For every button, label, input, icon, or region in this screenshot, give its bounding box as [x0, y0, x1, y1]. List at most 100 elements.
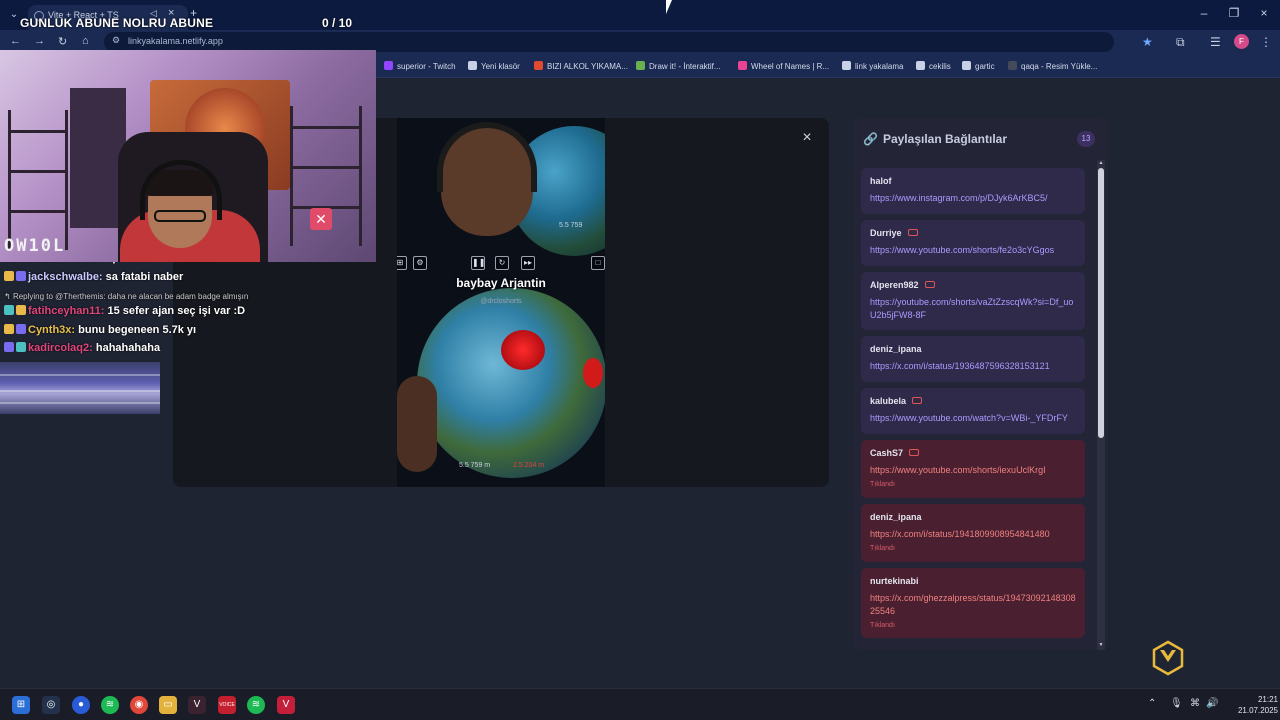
- bookmark-item[interactable]: cekilis: [916, 61, 951, 71]
- video-stat-right: 2.5 204 m: [513, 462, 545, 469]
- bookmark-item[interactable]: gartic: [962, 61, 995, 71]
- clock-date: 21.07.2025: [1237, 706, 1278, 715]
- address-bar[interactable]: ⚙ linkyakalama.netlify.app: [104, 32, 1114, 52]
- link-card-url[interactable]: https://x.com/i/status/19364875963281531…: [870, 360, 1076, 373]
- webcam-overlay: ✕ OW10L: [0, 50, 376, 262]
- scroll-down-icon[interactable]: ▼: [1097, 642, 1105, 648]
- link-card-url[interactable]: https://www.youtube.com/shorts/iexuUclKr…: [870, 464, 1076, 477]
- fullscreen-icon[interactable]: □: [591, 256, 605, 270]
- youtube-icon: [907, 229, 918, 236]
- link-card-username: deniz_ipana: [870, 512, 922, 522]
- back-icon[interactable]: ←: [10, 35, 21, 47]
- chat-text: bunu begeneen 5.7k yı: [78, 323, 197, 336]
- link-card-url[interactable]: https://youtube.com/shorts/vaZtZzscqWk?s…: [870, 296, 1076, 322]
- chat-badge-icon: [16, 342, 26, 352]
- file-explorer-icon[interactable]: ▭: [159, 696, 177, 714]
- profile-avatar[interactable]: F: [1234, 34, 1249, 49]
- panel-title: 🔗 Paylaşılan Bağlantılar: [863, 132, 1008, 146]
- bookmark-star-icon[interactable]: ★: [1142, 35, 1153, 49]
- taskbar-clock[interactable]: 21:21 21.07.2025: [1222, 694, 1278, 716]
- link-card[interactable]: deniz_ipana https://x.com/i/status/194180…: [861, 504, 1085, 562]
- scroll-thumb[interactable]: [1098, 168, 1104, 438]
- loop-icon[interactable]: ↻: [495, 256, 509, 270]
- bookmark-item[interactable]: superior - Twitch: [384, 61, 456, 71]
- chat-message: Cynth3x: bunu begeneen 5.7k yı: [0, 323, 360, 343]
- spotify-icon[interactable]: ≋: [101, 696, 119, 714]
- link-card[interactable]: Alperen982 https://youtube.com/shorts/vaZ…: [861, 272, 1085, 330]
- voicemod-icon[interactable]: VOICE: [218, 696, 236, 714]
- pause-icon[interactable]: ❚❚: [471, 256, 485, 270]
- link-card-status: Tıklandı: [870, 481, 895, 488]
- close-icon[interactable]: ×: [799, 130, 815, 146]
- valorant-icon[interactable]: V: [277, 696, 295, 714]
- forward-icon[interactable]: →: [34, 35, 45, 47]
- tab-search-list-icon[interactable]: ☰: [1210, 35, 1221, 49]
- bookmark-item[interactable]: Wheel of Names | R...: [738, 61, 829, 71]
- globe-icon: [842, 61, 851, 70]
- chrome-icon[interactable]: ◉: [130, 696, 148, 714]
- chat-message: fatihceyhan11: 15 sefer ajan seç işi var…: [0, 305, 360, 324]
- link-card[interactable]: CashS7 https://www.youtube.com/shorts/iex…: [861, 440, 1085, 498]
- youtube-icon: [912, 397, 923, 404]
- bookmark-favicon-icon: [384, 61, 393, 70]
- spotify-icon[interactable]: ≋: [247, 696, 265, 714]
- chat-badge-icon: [16, 323, 26, 334]
- settings-icon[interactable]: ⚙: [413, 256, 427, 270]
- bookmark-folder[interactable]: Yeni klasör: [468, 61, 520, 71]
- browser-icon[interactable]: ●: [72, 696, 90, 714]
- chat-badge-icon: [16, 305, 26, 315]
- link-card-url[interactable]: https://www.youtube.com/shorts/fe2o3cYGg…: [870, 244, 1076, 257]
- bookmark-item[interactable]: Draw it! - İnteraktif...: [636, 61, 721, 71]
- link-card-username: kalubela: [870, 396, 907, 406]
- link-card[interactable]: nurtekinabi https://x.com/ghezzalpress/st…: [861, 568, 1085, 638]
- panel-scrollbar[interactable]: ▲ ▼: [1097, 160, 1105, 650]
- reply-icon: ↰: [4, 292, 13, 301]
- link-card-username: nurtekinabi: [870, 576, 919, 586]
- scroll-up-icon[interactable]: ▲: [1097, 160, 1105, 166]
- steam-icon[interactable]: ◎: [42, 696, 60, 714]
- link-card-username: deniz_ipana: [870, 344, 922, 354]
- valorant-icon[interactable]: V: [188, 696, 206, 714]
- link-card[interactable]: halof https://www.instagram.com/p/DJyk6Ar…: [861, 168, 1085, 214]
- bookmark-item[interactable]: link yakalama: [842, 61, 903, 71]
- volume-icon[interactable]: 🔊: [1206, 698, 1218, 709]
- video-player[interactable]: 5.5 759 ⊞ ⚙ ❚❚ ↻ ▸▸ □ baybay Arjantin @d…: [397, 118, 605, 487]
- menu-icon[interactable]: ⋮: [1260, 35, 1272, 49]
- bookmark-item[interactable]: BIZI ALKOL YIKAMA...: [534, 61, 628, 71]
- link-card-url[interactable]: https://x.com/ghezzalpress/status/194730…: [870, 592, 1076, 618]
- link-card-url[interactable]: https://x.com/i/status/19418099089548414…: [870, 528, 1076, 541]
- taskbar: ⊞ ◎ ● ≋ ◉ ▭ V VOICE ≋ V ⌃ 🎙 ⌘ 🔊 21:21 21…: [0, 688, 1280, 720]
- extensions-icon[interactable]: ⧉: [1176, 35, 1185, 50]
- link-card[interactable]: Durriye https://www.youtube.com/shorts/fe…: [861, 220, 1085, 266]
- link-list: halof https://www.instagram.com/p/DJyk6Ar…: [861, 168, 1087, 646]
- bookmark-favicon-icon: [1008, 61, 1017, 70]
- overlay-title: GUNLUK ABUNE NOLRU ABUNE: [20, 16, 214, 30]
- tray-chevron-icon[interactable]: ⌃: [1148, 698, 1156, 709]
- reload-icon[interactable]: ↻: [58, 35, 67, 48]
- chat-username: fatihceyhan11:: [28, 305, 105, 317]
- link-card[interactable]: kalubela https://www.youtube.com/watch?v=…: [861, 388, 1085, 434]
- chat-badge-icon: [16, 270, 26, 281]
- captions-icon[interactable]: ⊞: [397, 256, 407, 270]
- home-icon[interactable]: ⌂: [82, 35, 89, 47]
- site-info-icon[interactable]: ⚙: [112, 35, 120, 46]
- link-card[interactable]: deniz_ipana https://x.com/i/status/193648…: [861, 336, 1085, 382]
- windows-start-icon[interactable]: ⊞: [12, 696, 30, 714]
- webcam-shelf: [8, 110, 68, 250]
- maximize-icon[interactable]: ❐: [1224, 6, 1244, 20]
- chat-badge-icon: [4, 323, 14, 334]
- chat-username: Cynth3x:: [28, 323, 76, 336]
- link-card-url[interactable]: https://www.youtube.com/watch?v=WBi-_YFD…: [870, 412, 1076, 425]
- network-icon[interactable]: ⌘: [1190, 698, 1200, 709]
- close-window-icon[interactable]: ×: [1254, 6, 1274, 20]
- next-icon[interactable]: ▸▸: [521, 256, 535, 270]
- link-card-url[interactable]: https://www.instagram.com/p/DJyk6ArKBC5/: [870, 192, 1076, 205]
- bookmark-favicon-icon: [738, 61, 747, 70]
- video-stat-top: 5.5 759: [559, 222, 583, 229]
- microphone-icon[interactable]: 🎙: [1170, 698, 1183, 709]
- minimize-icon[interactable]: –: [1194, 6, 1214, 20]
- bookmark-item[interactable]: qaqa - Resim Yükle...: [1008, 61, 1097, 71]
- video-frame-globe: [417, 288, 605, 478]
- overlay-counter: 0 / 10: [322, 16, 353, 30]
- video-title: baybay Arjantin: [456, 276, 546, 290]
